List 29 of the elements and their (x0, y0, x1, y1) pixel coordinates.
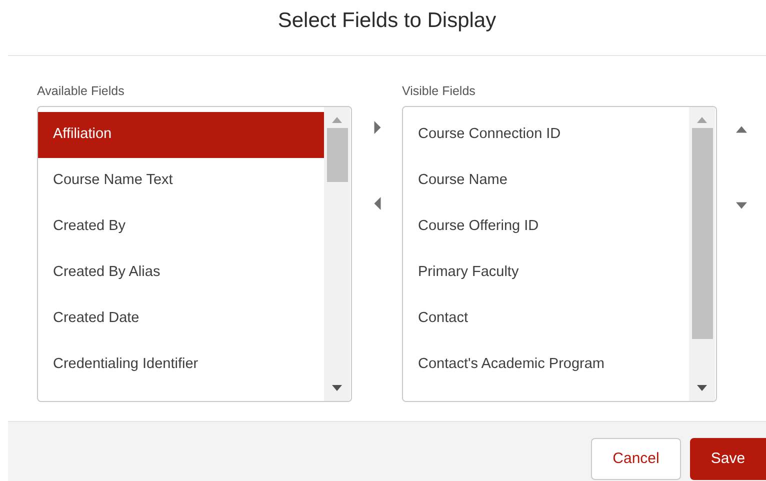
list-item[interactable]: Primary Faculty (403, 250, 689, 296)
dialog-title: Select Fields to Display (278, 8, 496, 34)
move-down-button[interactable] (734, 200, 748, 210)
scrollbar[interactable] (689, 107, 715, 401)
list-item[interactable]: Course Name Text (38, 158, 324, 204)
list-item[interactable]: Credentialing Identifier (38, 342, 324, 388)
field-listbox[interactable]: Affiliation Course Name Text Created By Created By Alias Created Date Credentialing Identifier (37, 106, 352, 402)
list-item[interactable]: Course Offering ID (403, 204, 689, 250)
list-item[interactable]: Created By Alias (38, 250, 324, 296)
scroll-thumb[interactable] (326, 128, 348, 182)
list-item[interactable]: Course Connection ID (403, 112, 689, 158)
scroll-down-icon[interactable] (332, 385, 342, 391)
scroll-thumb[interactable] (692, 128, 712, 339)
list-item[interactable]: Affiliation (38, 112, 324, 158)
list-label: Available Fields (37, 83, 126, 100)
move-up-button[interactable] (734, 124, 748, 134)
move-right-button[interactable] (372, 120, 382, 134)
move-left-button[interactable] (372, 196, 382, 210)
list-item[interactable]: Course Name (403, 158, 689, 204)
list-item[interactable]: Created Date (38, 296, 324, 342)
scrollbar[interactable] (324, 107, 350, 401)
scroll-down-icon[interactable] (697, 385, 707, 391)
cancel-button[interactable]: Cancel (591, 438, 681, 480)
list-label: Visible Fields (402, 83, 476, 100)
save-button[interactable]: Save (690, 438, 766, 480)
list-item[interactable]: Contact's Academic Program (403, 342, 689, 388)
list-item[interactable]: Created By (38, 204, 324, 250)
list-item[interactable]: Contact (403, 296, 689, 342)
field-listbox[interactable]: Course Connection ID Course Name Course Offering ID Primary Faculty Contact Contact's Academic Program (402, 106, 717, 402)
